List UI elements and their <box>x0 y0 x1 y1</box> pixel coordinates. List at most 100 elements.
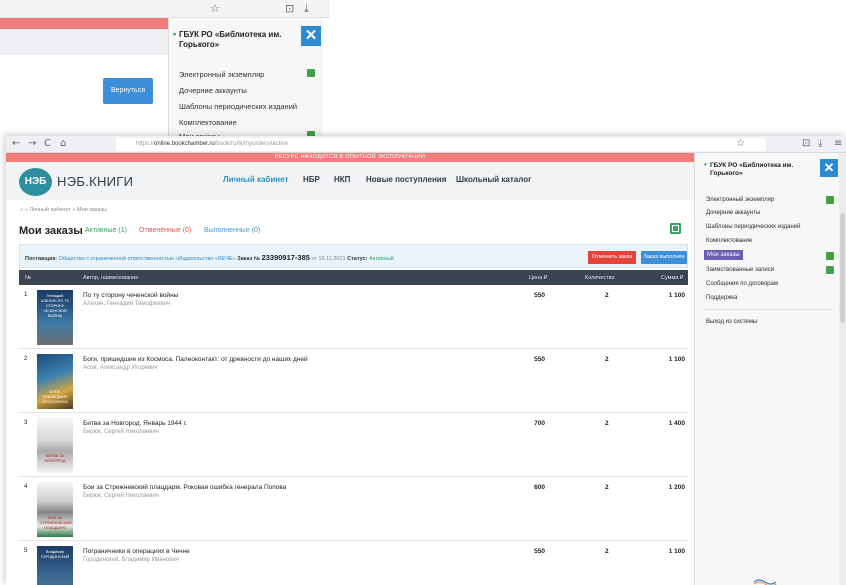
menu-item-my-orders[interactable]: Мои заказы <box>704 250 743 260</box>
cover-text: Геннадий АЛЕХИН ПО ТУ СТОРОНУ ЧЕЧЕНСКОЙ … <box>40 294 70 318</box>
tab-cancelled[interactable]: Отменённые (0) <box>139 227 191 234</box>
book-price: 700 <box>534 420 545 427</box>
shield-icon[interactable]: ⊡ <box>802 138 810 149</box>
row-number: 1 <box>24 292 28 298</box>
book-cover-image[interactable]: Владимир ГОРОДИНСКИЙ <box>37 546 73 585</box>
book-author: Бирюк, Сергей Николаевич <box>83 493 159 499</box>
book-cover-image[interactable]: Геннадий АЛЕХИН ПО ТУ СТОРОНУ ЧЕЧЕНСКОЙ … <box>37 290 73 345</box>
close-panel-icon[interactable]: ✕ <box>820 159 838 177</box>
breadcrumb-home-icon[interactable]: ⌂ <box>20 207 23 213</box>
forward-arrow-icon[interactable]: → <box>28 138 36 149</box>
book-cover-image[interactable]: БИТВА ЗА НОВГОРОД <box>37 418 73 473</box>
col-number: № <box>25 275 31 281</box>
url-prefix: https:// <box>136 141 155 147</box>
menu-item-contract-messages[interactable]: Сообщения по договорам <box>706 281 778 287</box>
reload-icon[interactable]: C <box>44 138 51 149</box>
row-number: 2 <box>24 356 28 362</box>
neb-logo-icon[interactable]: НЭБ <box>19 168 52 196</box>
back-close-icon[interactable]: ✕ <box>301 26 321 46</box>
book-title[interactable]: Боги, пришедшие из Космоса. Палеоконтакт… <box>83 356 308 363</box>
supplier-label: Поставщик: <box>25 256 58 262</box>
shield-icon[interactable]: ⊡ <box>285 2 294 15</box>
book-cover-image[interactable]: БОИ ЗА СТРЕЖНЕВСКИЙ ПЛАЦДАРМ <box>37 482 73 537</box>
complete-order-button[interactable]: Заказ выполнен <box>641 251 687 264</box>
site-logo-text[interactable]: НЭБ.КНИГИ <box>57 174 133 189</box>
bookmark-star-icon[interactable]: ☆ <box>736 138 745 149</box>
browser-window: ← → C ⌂ https://online.bookchamber.ru/bo… <box>6 136 846 585</box>
back-menu-item[interactable]: Комплектование <box>179 118 237 127</box>
book-title[interactable]: Бои за Стрежневский плацдарм. Роковая ош… <box>83 484 286 491</box>
book-title[interactable]: По ту сторону чеченской войны <box>83 292 178 299</box>
book-quantity: 2 <box>605 484 609 491</box>
home-icon[interactable]: ⌂ <box>60 138 66 149</box>
org-name: ГБУК РО «Библиотека им. Горького» <box>704 161 820 178</box>
book-author: Алехин, Геннадий Тимофеевич <box>83 301 171 307</box>
back-arrow-icon[interactable]: ← <box>12 138 20 149</box>
breadcrumb-separator: » <box>24 207 28 213</box>
green-badge-icon <box>826 266 834 274</box>
bookmark-star-icon[interactable]: ☆ <box>210 2 220 15</box>
tab-active[interactable]: Активные (1) <box>85 227 127 234</box>
book-sum: 1 400 <box>668 420 685 427</box>
book-sum: 1 100 <box>668 548 685 555</box>
col-sum: Сумма ₽ <box>661 275 684 281</box>
book-title[interactable]: Битва за Новгород. Январь 1944 г. <box>83 420 187 427</box>
nav-new-arrivals[interactable]: Новые поступления <box>366 175 446 184</box>
wave-logo-icon <box>753 579 777 585</box>
book-quantity: 2 <box>605 356 609 363</box>
green-badge-icon <box>826 196 834 204</box>
scrollbar-thumb[interactable] <box>840 213 845 323</box>
book-sum: 1 100 <box>668 356 685 363</box>
book-cover-image[interactable]: БОГИ, ПРИШЕДШИЕ ИЗ КОСМОСА <box>37 354 73 409</box>
menu-item-periodical-templates[interactable]: Шаблоны периодических изданий <box>706 224 800 230</box>
side-scrollbar[interactable] <box>839 153 846 585</box>
col-price: Цена ₽ <box>529 275 548 281</box>
menu-item-borrowed-records[interactable]: Заимствованные записи <box>706 267 774 273</box>
back-menu-item[interactable]: Электронный экземпляр <box>179 70 264 79</box>
breadcrumb-cabinet[interactable]: Личный кабинет <box>29 207 70 213</box>
order-label: Заказ № <box>237 256 261 262</box>
return-button[interactable]: Вернуться <box>103 78 153 104</box>
book-title[interactable]: Пограничники в операциях в Чечне <box>83 548 190 555</box>
table-row[interactable]: 3 БИТВА ЗА НОВГОРОД Битва за Новгород. Я… <box>19 414 688 477</box>
cover-text: БИТВА ЗА НОВГОРОД <box>44 454 66 463</box>
nav-personal-cabinet[interactable]: Личный кабинет <box>223 175 288 184</box>
menu-item-electronic-copy[interactable]: Электронный экземпляр <box>706 197 774 203</box>
logout-link[interactable]: Выход из системы <box>706 319 757 325</box>
table-row[interactable]: 2 БОГИ, ПРИШЕДШИЕ ИЗ КОСМОСА Боги, прише… <box>19 350 688 413</box>
book-author: Асов, Александр Игоревич <box>83 365 158 371</box>
table-row[interactable]: 1 Геннадий АЛЕХИН ПО ТУ СТОРОНУ ЧЕЧЕНСКО… <box>19 286 688 349</box>
book-price: 550 <box>534 356 545 363</box>
back-org-name: ГБУК РО «Библиотека им. Горького» <box>173 29 299 50</box>
app-menu-icon[interactable]: ≡ <box>834 138 842 149</box>
cover-text: БОГИ, ПРИШЕДШИЕ ИЗ КОСМОСА <box>42 390 68 404</box>
tab-completed[interactable]: Выполненные (0) <box>204 227 260 234</box>
status-badge: Активный <box>369 256 394 262</box>
cover-text: БОИ ЗА СТРЕЖНЕВСКИЙ ПЛАЦДАРМ <box>40 516 72 530</box>
browser-toolbar: ← → C ⌂ https://online.bookchamber.ru/bo… <box>6 136 846 153</box>
book-quantity: 2 <box>605 292 609 299</box>
menu-item-acquisition[interactable]: Комплектование <box>706 238 752 244</box>
nav-nbr[interactable]: НБР <box>303 175 320 184</box>
table-header: № Автор, наименование Цена ₽ Количество … <box>19 270 688 285</box>
col-quantity: Количество <box>585 275 615 281</box>
menu-item-support[interactable]: Поддержка <box>706 295 737 301</box>
green-badge-icon <box>826 252 834 260</box>
download-icon[interactable]: ⤓ <box>304 2 309 16</box>
book-quantity: 2 <box>605 420 609 427</box>
supplier-name[interactable]: Общество с ограниченной ответственностью… <box>59 256 236 262</box>
table-row[interactable]: 5 Владимир ГОРОДИНСКИЙ Пограничники в оп… <box>19 542 688 585</box>
table-row[interactable]: 4 БОИ ЗА СТРЕЖНЕВСКИЙ ПЛАЦДАРМ Бои за Ст… <box>19 478 688 541</box>
nav-nkp[interactable]: НКП <box>334 175 350 184</box>
address-bar[interactable]: https://online.bookchamber.ru/book/ru/lk… <box>116 138 766 151</box>
menu-item-child-accounts[interactable]: Дочерние аккаунты <box>706 210 760 216</box>
cancel-order-button[interactable]: Отменить заказ <box>588 251 636 264</box>
back-menu-item[interactable]: Дочерние аккаунты <box>179 86 247 95</box>
book-author: Городинский, Владимир Иванович <box>83 557 179 563</box>
book-sum: 1 200 <box>668 484 685 491</box>
download-icon[interactable]: ⤓ <box>818 138 822 149</box>
back-banner <box>0 18 168 29</box>
back-menu-item[interactable]: Шаблоны периодических изданий <box>179 102 297 111</box>
nav-school-catalog[interactable]: Школьный каталог <box>456 175 531 184</box>
excel-export-icon[interactable] <box>670 223 681 234</box>
